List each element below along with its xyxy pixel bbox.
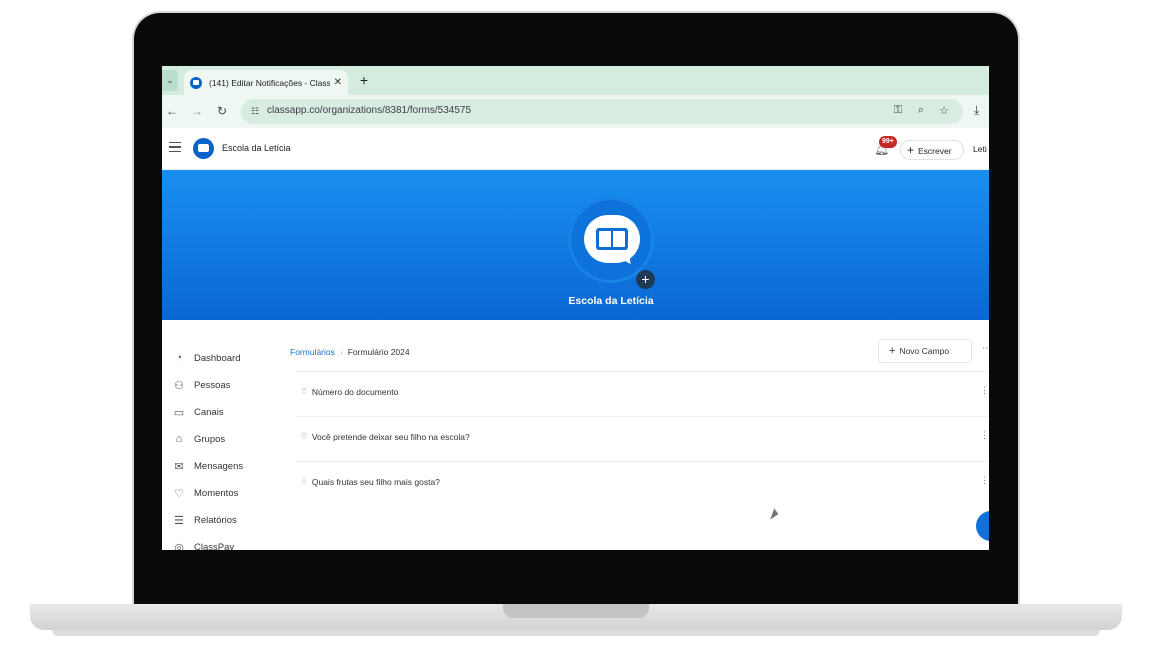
back-arrow-icon[interactable]: ← (164, 103, 180, 119)
classapp-favicon-icon (190, 76, 202, 89)
plus-icon: + (907, 143, 915, 157)
bookmark-star-icon[interactable]: ☆ (937, 104, 951, 117)
tab-close-icon[interactable]: ✕ (334, 77, 342, 88)
envelope-icon: ✉ (174, 460, 184, 473)
form-field-row[interactable]: ⠿ Número do documento ⋮ (296, 371, 989, 411)
new-field-button-label: Novo Campo (899, 346, 950, 356)
org-banner: + Escola da Letícia (162, 170, 989, 320)
org-logo-icon[interactable] (193, 138, 214, 159)
sidebar-item-canais[interactable]: ▭ Canais (172, 402, 224, 422)
screen: ⌄ (141) Editar Notificações - Classapp ✕… (162, 66, 989, 550)
coin-icon: ◎ (174, 541, 184, 551)
sidebar-item-classpay[interactable]: ◎ ClassPay (172, 537, 235, 551)
forward-arrow-icon[interactable]: → (189, 103, 205, 119)
user-menu[interactable]: Leti (973, 144, 987, 154)
sidebar-item-mensagens[interactable]: ✉ Mensagens (172, 456, 243, 476)
form-field-row[interactable]: ⠿ Quais frutas seu filho mais gosta? ⋮ (296, 461, 989, 501)
org-name[interactable]: Escola da Letícia (222, 143, 291, 153)
breadcrumb: Formulários › Formulário 2024 (290, 347, 410, 357)
sidebar-item-relatorios[interactable]: ☰ Relatórios (172, 510, 237, 530)
browser-tab-active[interactable]: (141) Editar Notificações - Classapp ✕ (184, 70, 348, 95)
reload-icon[interactable]: ↻ (214, 103, 230, 119)
sidebar-item-label: Relatórios (194, 514, 237, 526)
notification-badge: 99+ (879, 136, 897, 148)
download-icon[interactable]: ⤓ (974, 103, 979, 118)
url-text: classapp.co/organizations/8381/forms/534… (267, 105, 472, 116)
write-button[interactable]: + Escrever (900, 140, 964, 160)
sidebar-item-label: Pessoas (194, 379, 231, 391)
sidebar-item-label: Momentos (194, 487, 239, 499)
graduation-cap-icon: ⌂ (175, 433, 183, 445)
more-options-icon[interactable]: ⋯ (982, 343, 989, 354)
sidebar-item-label: Canais (194, 406, 224, 418)
password-key-icon[interactable]: ⚿ (891, 104, 905, 117)
sidebar-item-label: Dashboard (194, 352, 241, 364)
chat-icon: ▭ (173, 406, 185, 419)
kebab-menu-icon[interactable]: ⋮ (980, 385, 989, 396)
tab-search-chevron-icon[interactable]: ⌄ (162, 70, 178, 91)
sidebar-item-momentos[interactable]: ♡ Momentos (172, 483, 238, 503)
banner-org-name: Escola da Letícia (568, 295, 654, 307)
sidebar-item-label: Mensagens (194, 460, 244, 472)
drag-handle-icon[interactable]: ⠿ (301, 432, 307, 441)
new-tab-button[interactable]: + (355, 72, 373, 90)
form-field-row[interactable]: ⠿ Você pretende deixar seu filho na esco… (296, 416, 989, 456)
form-field-label: Quais frutas seu filho mais gosta? (311, 476, 440, 487)
breadcrumb-link-formularios[interactable]: Formulários (290, 347, 335, 357)
hamburger-menu-icon[interactable] (169, 142, 181, 152)
new-field-button[interactable]: + Novo Campo (878, 339, 972, 363)
sidebar-item-pessoas[interactable]: ⚇ Pessoas (172, 375, 230, 395)
sidebar-item-grupos[interactable]: ⌂ Grupos (172, 429, 225, 449)
sidebar-item-label: ClassPay (194, 541, 235, 551)
browser-tab-bar: ⌄ (141) Editar Notificações - Classapp ✕… (162, 66, 989, 95)
drag-handle-icon[interactable]: ⠿ (301, 477, 307, 486)
kebab-menu-icon[interactable]: ⋮ (980, 475, 989, 486)
breadcrumb-current: Formulário 2024 (347, 347, 410, 357)
mouse-cursor-icon (770, 508, 780, 522)
list-icon: ☰ (174, 514, 184, 527)
sidebar-item-label: Grupos (194, 433, 226, 445)
gauge-icon: ◔ (175, 352, 183, 364)
breadcrumb-separator: › (339, 347, 343, 357)
people-icon: ⚇ (174, 379, 184, 392)
write-button-label: Escrever (918, 146, 952, 156)
app-header: Escola da Letícia 🔔︎ 99+ + Escrever Leti (162, 128, 989, 170)
zoom-icon[interactable]: ⌕ (914, 104, 928, 117)
address-bar[interactable]: ☷ classapp.co/organizations/8381/forms/5… (241, 99, 963, 124)
book-icon (596, 228, 628, 250)
form-field-label: Você pretende deixar seu filho na escola… (311, 431, 470, 442)
laptop-notch (503, 604, 649, 618)
browser-toolbar: ← → ↻ ☷ classapp.co/organizations/8381/f… (162, 95, 989, 128)
plus-icon: + (889, 345, 896, 357)
site-settings-icon[interactable]: ☷ (249, 105, 261, 117)
floating-action-button[interactable] (976, 511, 989, 541)
laptop-shadow (52, 630, 1100, 636)
heart-icon: ♡ (174, 487, 184, 500)
kebab-menu-icon[interactable]: ⋮ (980, 430, 989, 441)
tab-title: (141) Editar Notificações - Classapp (209, 77, 330, 88)
drag-handle-icon[interactable]: ⠿ (301, 387, 307, 396)
form-field-label: Número do documento (311, 386, 399, 397)
add-photo-button[interactable]: + (636, 270, 655, 289)
sidebar-item-dashboard[interactable]: ◔ Dashboard (172, 348, 241, 368)
sidebar: ◔ Dashboard ⚇ Pessoas ▭ Canais ⌂ Grupos … (162, 320, 280, 550)
